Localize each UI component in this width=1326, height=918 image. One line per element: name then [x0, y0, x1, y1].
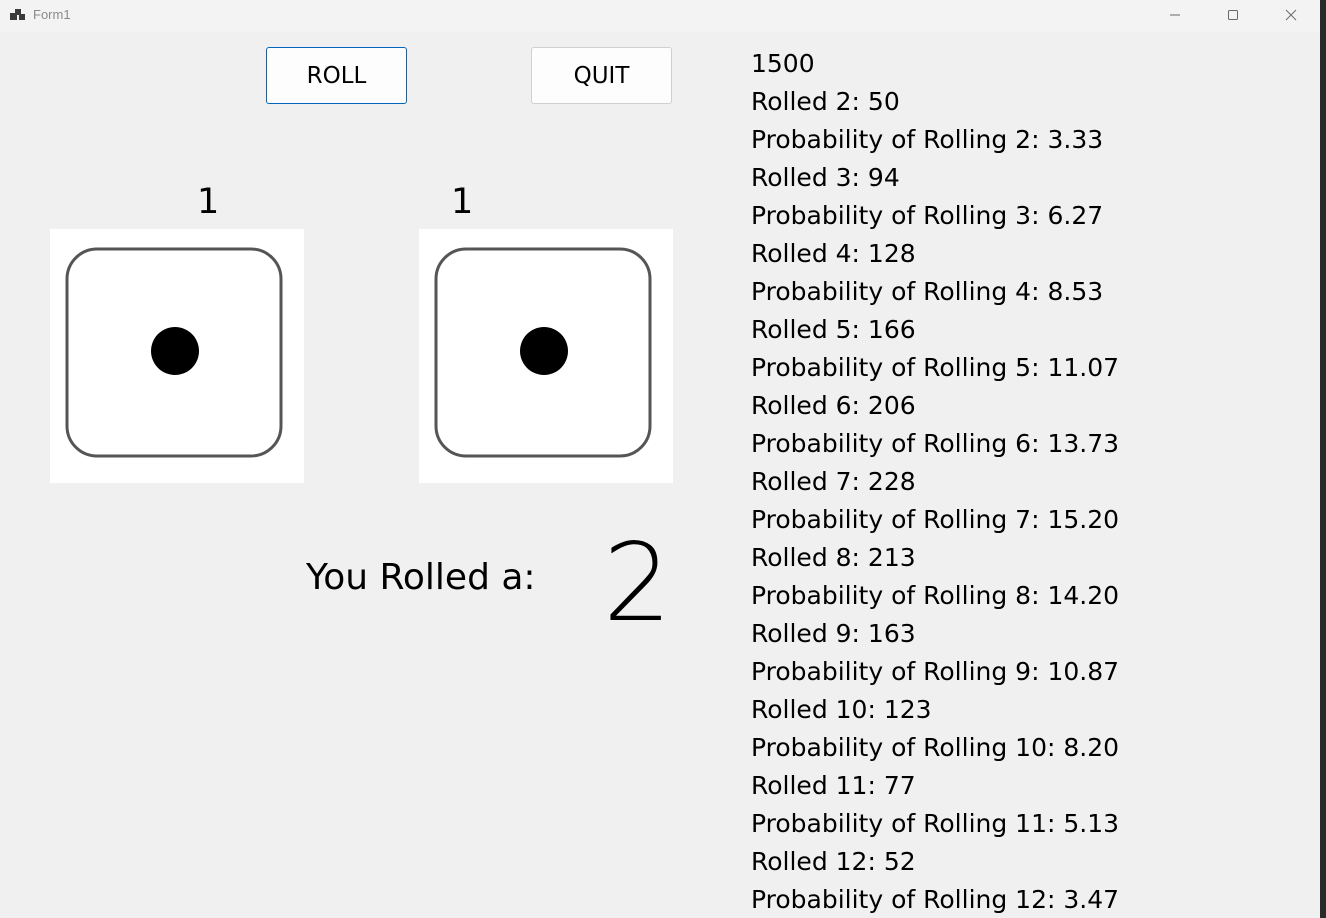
- stat-line: Rolled 10: 123: [751, 695, 932, 724]
- app-icon: [10, 9, 25, 20]
- maximize-icon: [1228, 10, 1238, 20]
- statistics-panel: 1500 Rolled 2: 50 Probability of Rolling…: [751, 48, 1311, 918]
- die-face-one-icon: [65, 247, 283, 458]
- app-window: Form1 ROLL QUIT 1 1 You Rolled a: 2 1500…: [0, 0, 1320, 918]
- die-face-one-icon: [434, 247, 652, 458]
- stat-line: Probability of Rolling 5: 11.07: [751, 353, 1120, 382]
- stat-line: Probability of Rolling 9: 10.87: [751, 657, 1120, 686]
- close-icon: [1285, 9, 1297, 21]
- stat-line: Probability of Rolling 7: 15.20: [751, 505, 1120, 534]
- stat-line: Probability of Rolling 10: 8.20: [751, 733, 1120, 762]
- minimize-button[interactable]: [1146, 0, 1204, 30]
- minimize-icon: [1170, 14, 1180, 16]
- close-button[interactable]: [1262, 0, 1320, 30]
- stat-line: Rolled 9: 163: [751, 619, 916, 648]
- title-bar[interactable]: Form1: [0, 0, 1320, 32]
- stat-line: Probability of Rolling 8: 14.20: [751, 581, 1120, 610]
- stat-line: Rolled 6: 206: [751, 391, 916, 420]
- stat-line: Rolled 5: 166: [751, 315, 916, 344]
- total-rolls: 1500: [751, 49, 815, 78]
- quit-button[interactable]: QUIT: [531, 47, 672, 104]
- stat-line: Rolled 8: 213: [751, 543, 916, 572]
- stat-line: Probability of Rolling 3: 6.27: [751, 201, 1104, 230]
- stat-line: Rolled 11: 77: [751, 771, 916, 800]
- stat-line: Probability of Rolling 11: 5.13: [751, 809, 1120, 838]
- die1-value-label: 1: [197, 182, 220, 222]
- roll-button[interactable]: ROLL: [266, 47, 407, 104]
- stat-line: Rolled 7: 228: [751, 467, 916, 496]
- stat-line: Rolled 2: 50: [751, 87, 900, 116]
- stat-line: Rolled 4: 128: [751, 239, 916, 268]
- maximize-button[interactable]: [1204, 0, 1262, 30]
- stat-line: Probability of Rolling 6: 13.73: [751, 429, 1120, 458]
- stat-line: Probability of Rolling 4: 8.53: [751, 277, 1104, 306]
- stat-line: Probability of Rolling 2: 3.33: [751, 125, 1104, 154]
- stat-line: Probability of Rolling 12: 3.47: [751, 885, 1120, 914]
- window-edge: [1320, 0, 1326, 918]
- stat-line: Rolled 3: 94: [751, 163, 900, 192]
- window-title: Form1: [33, 7, 71, 22]
- stat-line: Rolled 12: 52: [751, 847, 916, 876]
- you-rolled-label: You Rolled a:: [306, 557, 536, 598]
- rolled-total: 2: [603, 521, 672, 646]
- die2-image: [419, 229, 673, 483]
- die2-value-label: 1: [451, 182, 474, 222]
- die1-image: [50, 229, 304, 483]
